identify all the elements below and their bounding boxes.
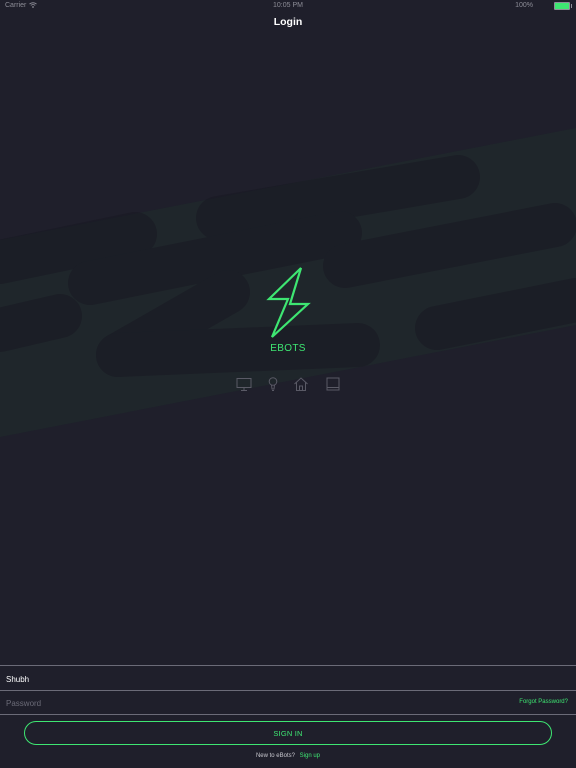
username-field[interactable]	[0, 667, 576, 691]
status-time: 10:05 PM	[273, 2, 303, 9]
page-title: Login	[273, 16, 303, 28]
background-stripe	[0, 294, 82, 352]
signup-prompt: New to eBots?	[255, 753, 295, 759]
status-bar: Carrier 10:05 PM 100%	[0, 0, 576, 12]
password-field[interactable]	[0, 691, 576, 715]
sign-in-button[interactable]: SIGN IN	[24, 721, 552, 745]
battery-tip	[570, 4, 572, 8]
bulb-icon	[268, 377, 278, 391]
background-art	[0, 128, 576, 437]
tablet-icon	[326, 377, 340, 391]
sign-up-link[interactable]: Sign up	[300, 753, 320, 759]
divider	[0, 714, 576, 715]
divider	[0, 665, 576, 666]
login-screen: Carrier 10:05 PM 100% Login EBOTS Shubh …	[0, 0, 576, 768]
signup-row: New to eBots? Sign up	[0, 753, 576, 759]
forgot-password-link[interactable]: Forgot Password?	[519, 699, 568, 705]
background-stripe	[415, 278, 576, 350]
battery-percent: 100%	[515, 2, 533, 9]
monitor-icon	[236, 378, 252, 391]
battery-icon	[554, 2, 572, 10]
battery-fill	[555, 3, 569, 9]
brand-name: EBOTS	[270, 343, 306, 354]
lightning-bolt-icon	[266, 267, 311, 338]
home-icon	[294, 377, 308, 391]
